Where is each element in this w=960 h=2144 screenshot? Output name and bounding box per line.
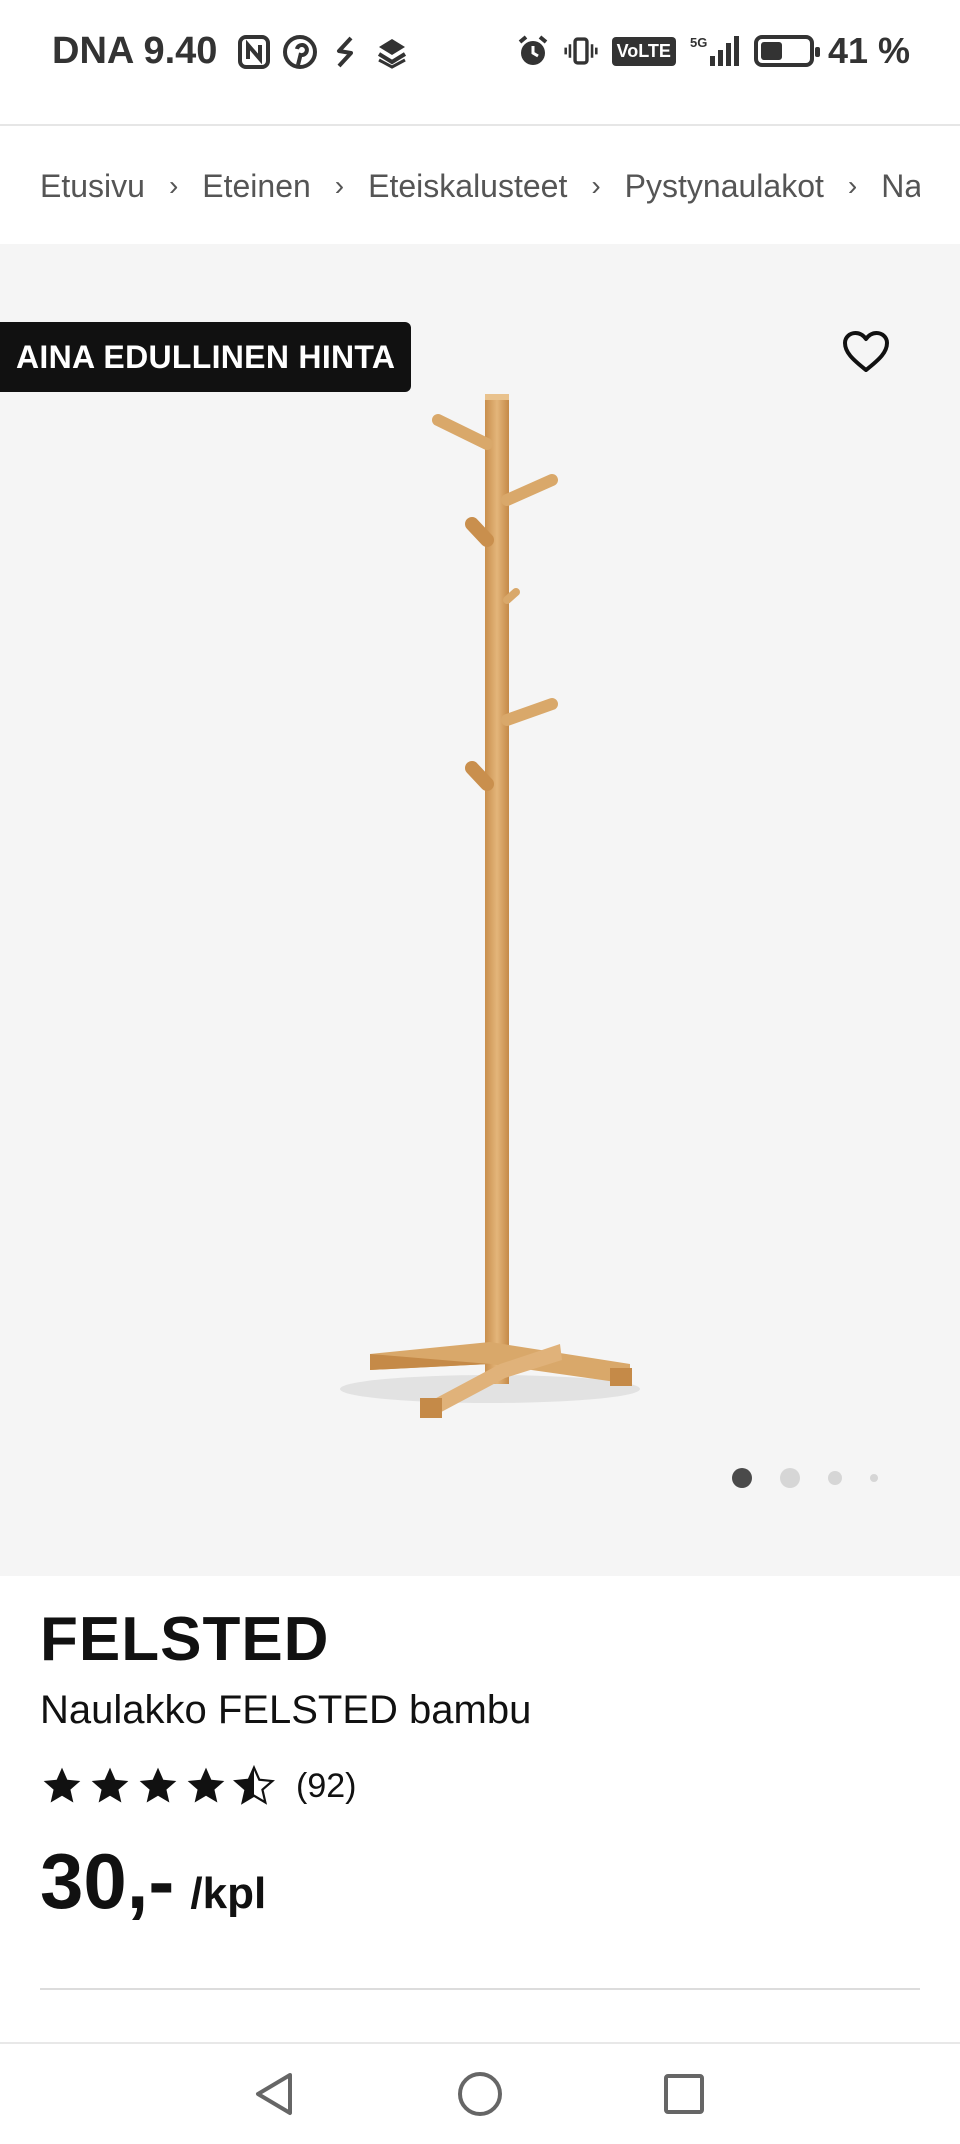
back-button[interactable]	[248, 2068, 300, 2120]
nfc-icon	[237, 34, 271, 69]
rating[interactable]: (92)	[40, 1764, 356, 1808]
battery-percent: 41 %	[827, 30, 910, 71]
battery-icon	[753, 35, 820, 67]
recents-button[interactable]	[658, 2068, 710, 2120]
star-filled-icon	[91, 1767, 129, 1803]
heart-outline-icon	[843, 331, 889, 372]
product-description: Naulakko FELSTED bambu	[40, 1688, 532, 1732]
system-nav-bar	[0, 2044, 960, 2144]
price-unit: /kpl	[190, 1869, 267, 1918]
alarm-icon	[516, 34, 550, 68]
breadcrumb-item-etusivu[interactable]: Etusivu	[40, 168, 145, 205]
carousel-dot-1[interactable]	[732, 1468, 752, 1488]
product-name: FELSTED	[40, 1605, 330, 1674]
carousel-dot-3[interactable]	[828, 1471, 842, 1485]
price-value: 30,-	[40, 1837, 175, 1925]
back-triangle-icon	[256, 2073, 292, 2115]
stack-app-icon	[375, 35, 409, 69]
breadcrumb-separator: ›	[847, 170, 858, 201]
status-right: VoLTE 5G 41 %	[516, 30, 910, 72]
carrier-time: DNA 9.40	[52, 30, 218, 72]
header-divider	[0, 124, 960, 126]
section-divider	[40, 1988, 920, 1990]
breadcrumb: Etusivu › Eteinen › Eteiskalusteet › Pys…	[40, 160, 920, 212]
breadcrumb-separator: ›	[591, 170, 601, 201]
pinterest-icon	[283, 34, 318, 69]
price: 30,- /kpl	[40, 1836, 266, 1927]
home-button[interactable]	[454, 2068, 506, 2120]
home-circle-icon	[458, 2072, 502, 2116]
rating-count[interactable]: (92)	[296, 1767, 356, 1806]
breadcrumb-separator: ›	[168, 170, 179, 201]
favorite-button[interactable]	[836, 322, 896, 382]
shazam-icon	[329, 35, 363, 69]
status-app-icons	[237, 34, 409, 69]
breadcrumb-separator: ›	[334, 170, 345, 201]
breadcrumb-item-eteinen[interactable]: Eteinen	[202, 168, 311, 205]
star-filled-icon	[43, 1767, 81, 1803]
star-filled-icon	[187, 1767, 225, 1803]
star-half-icon	[233, 1764, 275, 1805]
breadcrumb-item-naulakot[interactable]: Naulakot	[881, 168, 920, 205]
volte-icon: VoLTE	[611, 36, 676, 66]
vibrate-icon	[564, 34, 598, 68]
carousel-dot-4[interactable]	[870, 1474, 878, 1482]
coat-stand-image	[340, 394, 640, 1418]
svg-text:5G: 5G	[690, 35, 707, 50]
recents-square-icon	[664, 2074, 704, 2114]
star-filled-icon	[139, 1767, 177, 1803]
carousel-dot-2[interactable]	[780, 1468, 800, 1488]
status-left: DNA 9.40	[52, 30, 409, 73]
product-image-carousel[interactable]: AINA EDULLINEN HINTA	[0, 244, 960, 1576]
status-bar: DNA 9.40 VoLTE 5G 41 %	[0, 0, 960, 124]
carousel-dots	[732, 1468, 878, 1488]
battery-fill	[760, 42, 783, 60]
signal-icon: 5G	[690, 34, 740, 68]
breadcrumb-item-pystynaulakot[interactable]: Pystynaulakot	[625, 168, 824, 205]
breadcrumb-item-eteiskalusteet[interactable]: Eteiskalusteet	[368, 168, 567, 205]
